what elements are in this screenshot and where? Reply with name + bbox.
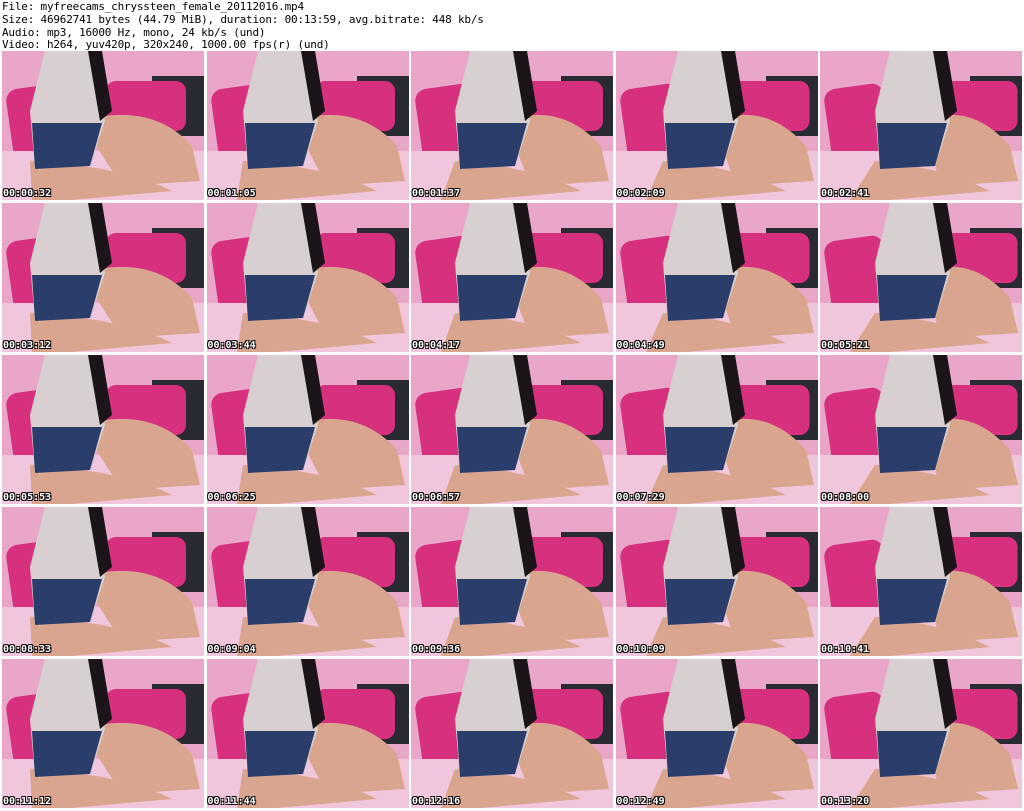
video-thumbnail: 00:07:29 (615, 355, 818, 504)
timestamp-label: 00:08:00 (821, 492, 870, 503)
video-thumbnail: 00:12:49 (615, 659, 818, 808)
timestamp-label: 00:04:49 (616, 340, 665, 351)
timestamp-label: 00:02:41 (821, 188, 870, 199)
frame-image (615, 203, 818, 352)
video-line: Video: h264, yuv420p, 320x240, 1000.00 f… (2, 38, 330, 51)
frame-image (615, 51, 818, 200)
video-thumbnail: 00:06:57 (411, 355, 613, 504)
timestamp-label: 00:04:17 (412, 340, 461, 351)
file-info-header: File: myfreecams_chryssteen_female_20112… (0, 0, 1024, 52)
size-line: Size: 46962741 bytes (44.79 MiB), durati… (2, 13, 484, 26)
frame-image (2, 355, 204, 504)
timestamp-label: 00:12:49 (616, 796, 665, 807)
frame-image (206, 51, 409, 200)
video-thumbnail: 00:11:44 (206, 659, 409, 808)
timestamp-label: 00:10:41 (821, 644, 870, 655)
timestamp-label: 00:02:09 (616, 188, 665, 199)
frame-image (615, 355, 818, 504)
timestamp-label: 00:09:36 (412, 644, 461, 655)
timestamp-label: 00:08:33 (3, 644, 52, 655)
frame-image (615, 507, 818, 656)
frame-image (206, 355, 409, 504)
file-name-line: File: myfreecams_chryssteen_female_20112… (2, 0, 304, 13)
video-thumbnail: 00:05:21 (820, 203, 1022, 352)
timestamp-label: 00:13:20 (821, 796, 870, 807)
timestamp-label: 00:00:32 (3, 188, 52, 199)
frame-image (2, 203, 204, 352)
video-thumbnail: 00:08:00 (820, 355, 1022, 504)
timestamp-label: 00:10:09 (616, 644, 665, 655)
timestamp-label: 00:05:21 (821, 340, 870, 351)
video-thumbnail: 00:12:16 (411, 659, 613, 808)
timestamp-label: 00:03:12 (3, 340, 52, 351)
timestamp-label: 00:06:57 (412, 492, 461, 503)
timestamp-label: 00:01:37 (412, 188, 461, 199)
frame-image (820, 507, 1022, 656)
video-thumbnail: 00:09:04 (206, 507, 409, 656)
video-thumbnail: 00:03:44 (206, 203, 409, 352)
video-thumbnail: 00:08:33 (2, 507, 204, 656)
frame-image (2, 51, 204, 200)
frame-image (2, 659, 204, 808)
frame-image (206, 659, 409, 808)
frame-image (411, 203, 613, 352)
video-thumbnail: 00:02:09 (615, 51, 818, 200)
timestamp-label: 00:09:04 (207, 644, 256, 655)
frame-image (820, 51, 1022, 200)
video-thumbnail: 00:10:09 (615, 507, 818, 656)
frame-image (615, 659, 818, 808)
frame-image (206, 203, 409, 352)
timestamp-label: 00:11:44 (207, 796, 256, 807)
frame-image (411, 659, 613, 808)
video-thumbnail: 00:13:20 (820, 659, 1022, 808)
video-thumbnail: 00:03:12 (2, 203, 204, 352)
thumbnail-grid: 00:00:32 00:01:05 00:01:37 00:02:09 00:02:41… (2, 51, 1022, 808)
frame-image (411, 51, 613, 200)
video-thumbnail: 00:02:41 (820, 51, 1022, 200)
video-thumbnail: 00:01:37 (411, 51, 613, 200)
timestamp-label: 00:01:05 (207, 188, 256, 199)
frame-image (820, 659, 1022, 808)
timestamp-label: 00:07:29 (616, 492, 665, 503)
timestamp-label: 00:06:25 (207, 492, 256, 503)
timestamp-label: 00:11:12 (3, 796, 52, 807)
video-thumbnail: 00:11:12 (2, 659, 204, 808)
frame-image (411, 355, 613, 504)
frame-image (206, 507, 409, 656)
frame-image (411, 507, 613, 656)
video-thumbnail: 00:00:32 (2, 51, 204, 200)
frame-image (820, 203, 1022, 352)
video-thumbnail: 00:10:41 (820, 507, 1022, 656)
video-thumbnail: 00:06:25 (206, 355, 409, 504)
frame-image (820, 355, 1022, 504)
timestamp-label: 00:12:16 (412, 796, 461, 807)
timestamp-label: 00:05:53 (3, 492, 52, 503)
video-thumbnail: 00:01:05 (206, 51, 409, 200)
frame-image (2, 507, 204, 656)
video-thumbnail: 00:04:17 (411, 203, 613, 352)
video-thumbnail: 00:04:49 (615, 203, 818, 352)
video-thumbnail: 00:09:36 (411, 507, 613, 656)
video-thumbnail: 00:05:53 (2, 355, 204, 504)
timestamp-label: 00:03:44 (207, 340, 256, 351)
